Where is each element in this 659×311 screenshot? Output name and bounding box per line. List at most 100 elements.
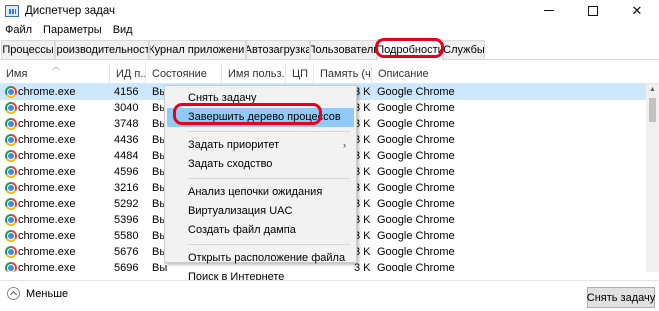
minimize-icon bbox=[544, 10, 554, 11]
context-menu-item[interactable]: Задать приоритет › bbox=[167, 136, 354, 155]
cell-name: chrome.exe bbox=[18, 150, 76, 162]
fewer-details-label: Меньше bbox=[26, 287, 69, 300]
fewer-details-button[interactable]: Меньше bbox=[7, 287, 68, 300]
menu-file[interactable]: Файл bbox=[5, 24, 32, 36]
context-menu-item-label: Анализ цепочки ожидания bbox=[188, 186, 323, 198]
vertical-scrollbar[interactable]: ▲ bbox=[646, 84, 659, 272]
cell-name: chrome.exe bbox=[18, 198, 76, 210]
chrome-icon bbox=[5, 102, 17, 114]
window-controls: ✕ bbox=[527, 0, 659, 21]
close-button[interactable]: ✕ bbox=[615, 0, 659, 21]
chrome-icon bbox=[5, 86, 17, 98]
cell-description: Google Chrome bbox=[377, 150, 455, 162]
chrome-icon bbox=[5, 118, 17, 130]
column-description-label: Описание bbox=[378, 67, 429, 80]
chevron-up-icon bbox=[7, 287, 20, 300]
cell-name: chrome.exe bbox=[18, 246, 76, 258]
cell-name: chrome.exe bbox=[18, 214, 76, 226]
cell-name: chrome.exe bbox=[18, 166, 76, 178]
chrome-icon bbox=[5, 198, 17, 210]
tab-services[interactable]: Службы bbox=[443, 40, 485, 59]
cell-name: chrome.exe bbox=[18, 182, 76, 194]
menu-bar: Файл Параметры Вид bbox=[0, 21, 659, 39]
cell-pid: 3040 bbox=[114, 102, 139, 114]
cell-name: chrome.exe bbox=[18, 102, 76, 114]
cell-description: Google Chrome bbox=[377, 118, 455, 130]
submenu-arrow-icon: › bbox=[343, 140, 346, 150]
cell-pid: 5580 bbox=[114, 230, 139, 242]
cell-pid: 5292 bbox=[114, 198, 139, 210]
column-user-label: Имя польз... bbox=[228, 67, 286, 80]
sort-ascending-icon: ︿ bbox=[52, 63, 60, 71]
cell-description: Google Chrome bbox=[377, 102, 455, 114]
task-manager-icon bbox=[5, 4, 19, 17]
cell-name: chrome.exe bbox=[18, 134, 76, 146]
cell-pid: 3748 bbox=[114, 118, 139, 130]
column-memory-label: Память (ча... bbox=[320, 67, 371, 80]
context-menu-item[interactable]: Виртуализация UAC bbox=[167, 202, 354, 221]
menu-separator bbox=[187, 244, 350, 245]
chrome-icon bbox=[5, 214, 17, 226]
cell-description: Google Chrome bbox=[377, 246, 455, 258]
end-task-button[interactable]: Снять задачу bbox=[587, 287, 655, 308]
context-menu-item[interactable]: Анализ цепочки ожидания bbox=[167, 183, 354, 202]
cell-description: Google Chrome bbox=[377, 182, 455, 194]
column-user[interactable]: Имя польз... bbox=[222, 63, 286, 84]
tab-strip: Процессы Производительность Журнал прило… bbox=[0, 39, 659, 60]
cell-pid: 3216 bbox=[114, 182, 139, 194]
cell-description: Google Chrome bbox=[377, 198, 455, 210]
context-menu-item[interactable]: Задать сходство bbox=[167, 155, 354, 174]
cell-pid: 4596 bbox=[114, 166, 139, 178]
cell-name: chrome.exe bbox=[18, 86, 76, 98]
tab-processes[interactable]: Процессы bbox=[1, 40, 55, 59]
tab-app-history[interactable]: Журнал приложений bbox=[149, 40, 246, 59]
menu-separator bbox=[187, 131, 350, 132]
tab-performance[interactable]: Производительность bbox=[55, 40, 149, 59]
minimize-button[interactable] bbox=[527, 0, 571, 21]
close-icon: ✕ bbox=[631, 2, 643, 18]
chrome-icon bbox=[5, 230, 17, 242]
context-menu-item[interactable]: Создать файл дампа bbox=[167, 221, 354, 240]
column-name-label: Имя bbox=[6, 67, 28, 80]
column-name[interactable]: ︿ Имя bbox=[0, 63, 110, 84]
cell-pid: 5696 bbox=[114, 262, 139, 272]
cell-name: chrome.exe bbox=[18, 118, 76, 130]
menu-options[interactable]: Параметры bbox=[43, 24, 102, 36]
chrome-icon bbox=[5, 150, 17, 162]
cell-description: Google Chrome bbox=[377, 214, 455, 226]
column-cpu-label: ЦП bbox=[291, 67, 308, 80]
maximize-button[interactable] bbox=[571, 0, 615, 21]
scroll-up-icon[interactable]: ▲ bbox=[646, 84, 659, 96]
context-menu-item[interactable]: Открыть расположение файла bbox=[167, 249, 354, 268]
chrome-icon bbox=[5, 166, 17, 178]
context-menu-item-label: Создать файл дампа bbox=[188, 224, 296, 236]
tab-startup[interactable]: Автозагрузка bbox=[246, 40, 310, 59]
column-state[interactable]: Состояние bbox=[146, 63, 222, 84]
tab-users[interactable]: Пользователи bbox=[310, 40, 377, 59]
chrome-icon bbox=[5, 246, 17, 258]
column-state-label: Состояние bbox=[152, 67, 207, 80]
column-description[interactable]: Описание bbox=[372, 63, 646, 84]
column-pid-label: ИД п... bbox=[116, 67, 145, 80]
context-menu-item-label: Открыть расположение файла bbox=[188, 252, 346, 264]
context-menu-item-label: Виртуализация UAC bbox=[188, 205, 293, 217]
cell-description: Google Chrome bbox=[377, 230, 455, 242]
menu-view[interactable]: Вид bbox=[113, 24, 133, 36]
column-pid[interactable]: ИД п... bbox=[110, 63, 146, 84]
column-cpu[interactable]: ЦП bbox=[286, 63, 314, 84]
chrome-icon bbox=[5, 134, 17, 146]
cell-pid: 4436 bbox=[114, 134, 139, 146]
cell-pid: 4484 bbox=[114, 150, 139, 162]
window-title: Диспетчер задач bbox=[25, 4, 115, 17]
cell-description: Google Chrome bbox=[377, 262, 455, 272]
chrome-icon bbox=[5, 182, 17, 194]
menu-separator bbox=[187, 178, 350, 179]
scrollbar-thumb[interactable] bbox=[649, 98, 656, 122]
context-menu-item-label: Задать приоритет bbox=[188, 139, 280, 151]
maximize-icon bbox=[588, 5, 598, 16]
footer-bar: Меньше Снять задачу bbox=[0, 280, 659, 311]
table-header: ︿ Имя ИД п... Состояние Имя польз... ЦП … bbox=[0, 63, 659, 84]
cell-name: chrome.exe bbox=[18, 262, 76, 272]
column-memory[interactable]: Память (ча... bbox=[314, 63, 372, 84]
cell-pid: 4156 bbox=[114, 86, 139, 98]
